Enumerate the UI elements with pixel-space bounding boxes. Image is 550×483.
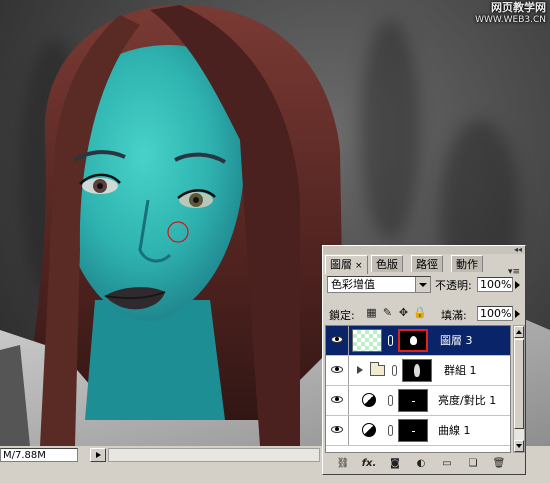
fill-field[interactable]: 100% — [477, 306, 513, 321]
tab-actions-label: 動作 — [456, 258, 478, 271]
opacity-slider-arrow-icon[interactable] — [513, 277, 525, 292]
layer-mask-thumbnail[interactable] — [398, 329, 428, 352]
mask-mark — [412, 401, 415, 402]
blend-mode-select[interactable]: 色彩增值 — [327, 276, 431, 293]
scroll-down-icon[interactable] — [514, 440, 524, 452]
tab-close-icon[interactable]: × — [355, 261, 363, 271]
folder-icon[interactable]: ▭ — [439, 456, 455, 471]
layer-name[interactable]: 群組 1 — [444, 356, 477, 385]
layer-name[interactable]: 圖層 3 — [440, 326, 473, 355]
doc-size-field[interactable]: M/7.88M — [0, 448, 78, 462]
adjustment-layer-icon — [362, 393, 376, 407]
tab-channels-label: 色版 — [376, 258, 398, 271]
adjustment-mask-thumbnail[interactable] — [398, 419, 428, 442]
brush-lock-icon[interactable]: ✎ — [381, 306, 394, 319]
trash-icon[interactable]: 🗑 — [491, 456, 507, 471]
transparency-lock-icon[interactable]: ▦ — [365, 306, 378, 319]
opacity-label: 不透明: — [435, 279, 472, 292]
move-lock-icon[interactable]: ✥ — [397, 306, 410, 319]
tab-layers[interactable]: 圖層 × — [325, 255, 368, 274]
watermark: 网页教学网 WWW.WEB3.CN — [475, 2, 546, 26]
visibility-eye-icon[interactable] — [326, 386, 349, 415]
tab-actions[interactable]: 動作 — [451, 255, 483, 272]
panel-tabs: 圖層 × 色版 路徑 動作 ▾≡ — [325, 255, 523, 277]
layer-row-brightness-contrast-1[interactable]: 亮度/對比 1 — [326, 386, 510, 416]
adjustment-layer-icon — [362, 423, 376, 437]
opacity-field[interactable]: 100% — [477, 277, 513, 292]
blend-mode-value: 色彩增值 — [331, 278, 375, 291]
panel-collapse-icon[interactable]: ◂◂ — [514, 246, 522, 254]
layer-row-layer-3[interactable]: 圖層 3 — [326, 326, 510, 356]
adjustment-icon[interactable]: ◐ — [413, 456, 429, 471]
mask-shape — [414, 364, 420, 377]
link-chain-icon[interactable] — [392, 365, 397, 376]
mask-mark — [412, 431, 415, 432]
new-layer-icon[interactable]: ❏ — [465, 456, 481, 471]
panel-title-bar[interactable]: ◂◂ — [323, 246, 525, 254]
watermark-url: WWW.WEB3.CN — [475, 15, 546, 25]
link-chain-icon[interactable] — [388, 335, 393, 346]
panel-bottom-toolbar: ⛓ fx. ◙ ◐ ▭ ❏ 🗑 — [325, 455, 523, 473]
chevron-down-icon[interactable] — [415, 277, 430, 292]
tab-layers-label: 圖層 — [330, 258, 352, 271]
lock-label: 鎖定: — [329, 309, 355, 322]
layer-thumbnail[interactable] — [352, 329, 382, 352]
mask-icon[interactable]: ◙ — [387, 456, 403, 471]
folder-icon — [370, 362, 385, 376]
tab-paths-label: 路徑 — [416, 258, 438, 271]
adjustment-mask-thumbnail[interactable] — [398, 389, 428, 412]
layers-panel: ◂◂ 圖層 × 色版 路徑 動作 ▾≡ 色彩增值 不透明: 100% 鎖定: ▦ … — [322, 245, 526, 475]
fill-slider-arrow-icon[interactable] — [513, 306, 525, 321]
tab-paths[interactable]: 路徑 — [411, 255, 443, 272]
tab-channels[interactable]: 色版 — [371, 255, 403, 272]
layer-row-curves-1[interactable]: 曲線 1 — [326, 416, 510, 446]
layer-name[interactable]: 亮度/對比 1 — [438, 386, 496, 415]
scroll-up-icon[interactable] — [514, 326, 524, 338]
layer-row-group-1[interactable]: 群組 1 — [326, 356, 510, 386]
panel-menu-icon[interactable]: ▾≡ — [508, 267, 520, 277]
visibility-eye-icon[interactable] — [326, 356, 349, 385]
group-mask-thumbnail[interactable] — [402, 359, 432, 382]
fx-icon[interactable]: fx. — [361, 456, 377, 471]
link-chain-icon[interactable] — [388, 425, 393, 436]
layers-list: 圖層 3 群組 1 亮度/對比 1 曲線 1 — [325, 325, 511, 453]
link-icon[interactable]: ⛓ — [335, 456, 351, 471]
link-chain-icon[interactable] — [388, 395, 393, 406]
status-menu-arrow-icon[interactable] — [90, 448, 106, 462]
visibility-eye-icon[interactable] — [326, 326, 349, 355]
horizontal-scrollbar[interactable] — [108, 448, 320, 462]
layers-scrollbar[interactable] — [513, 325, 525, 453]
watermark-title: 网页教学网 — [491, 1, 546, 14]
layer-name[interactable]: 曲線 1 — [438, 416, 471, 445]
scroll-thumb[interactable] — [514, 339, 524, 429]
expand-triangle-icon[interactable] — [357, 366, 363, 374]
fill-label: 填滿: — [441, 309, 467, 322]
padlock-icon[interactable]: 🔒 — [413, 306, 427, 319]
visibility-eye-icon[interactable] — [326, 416, 349, 445]
